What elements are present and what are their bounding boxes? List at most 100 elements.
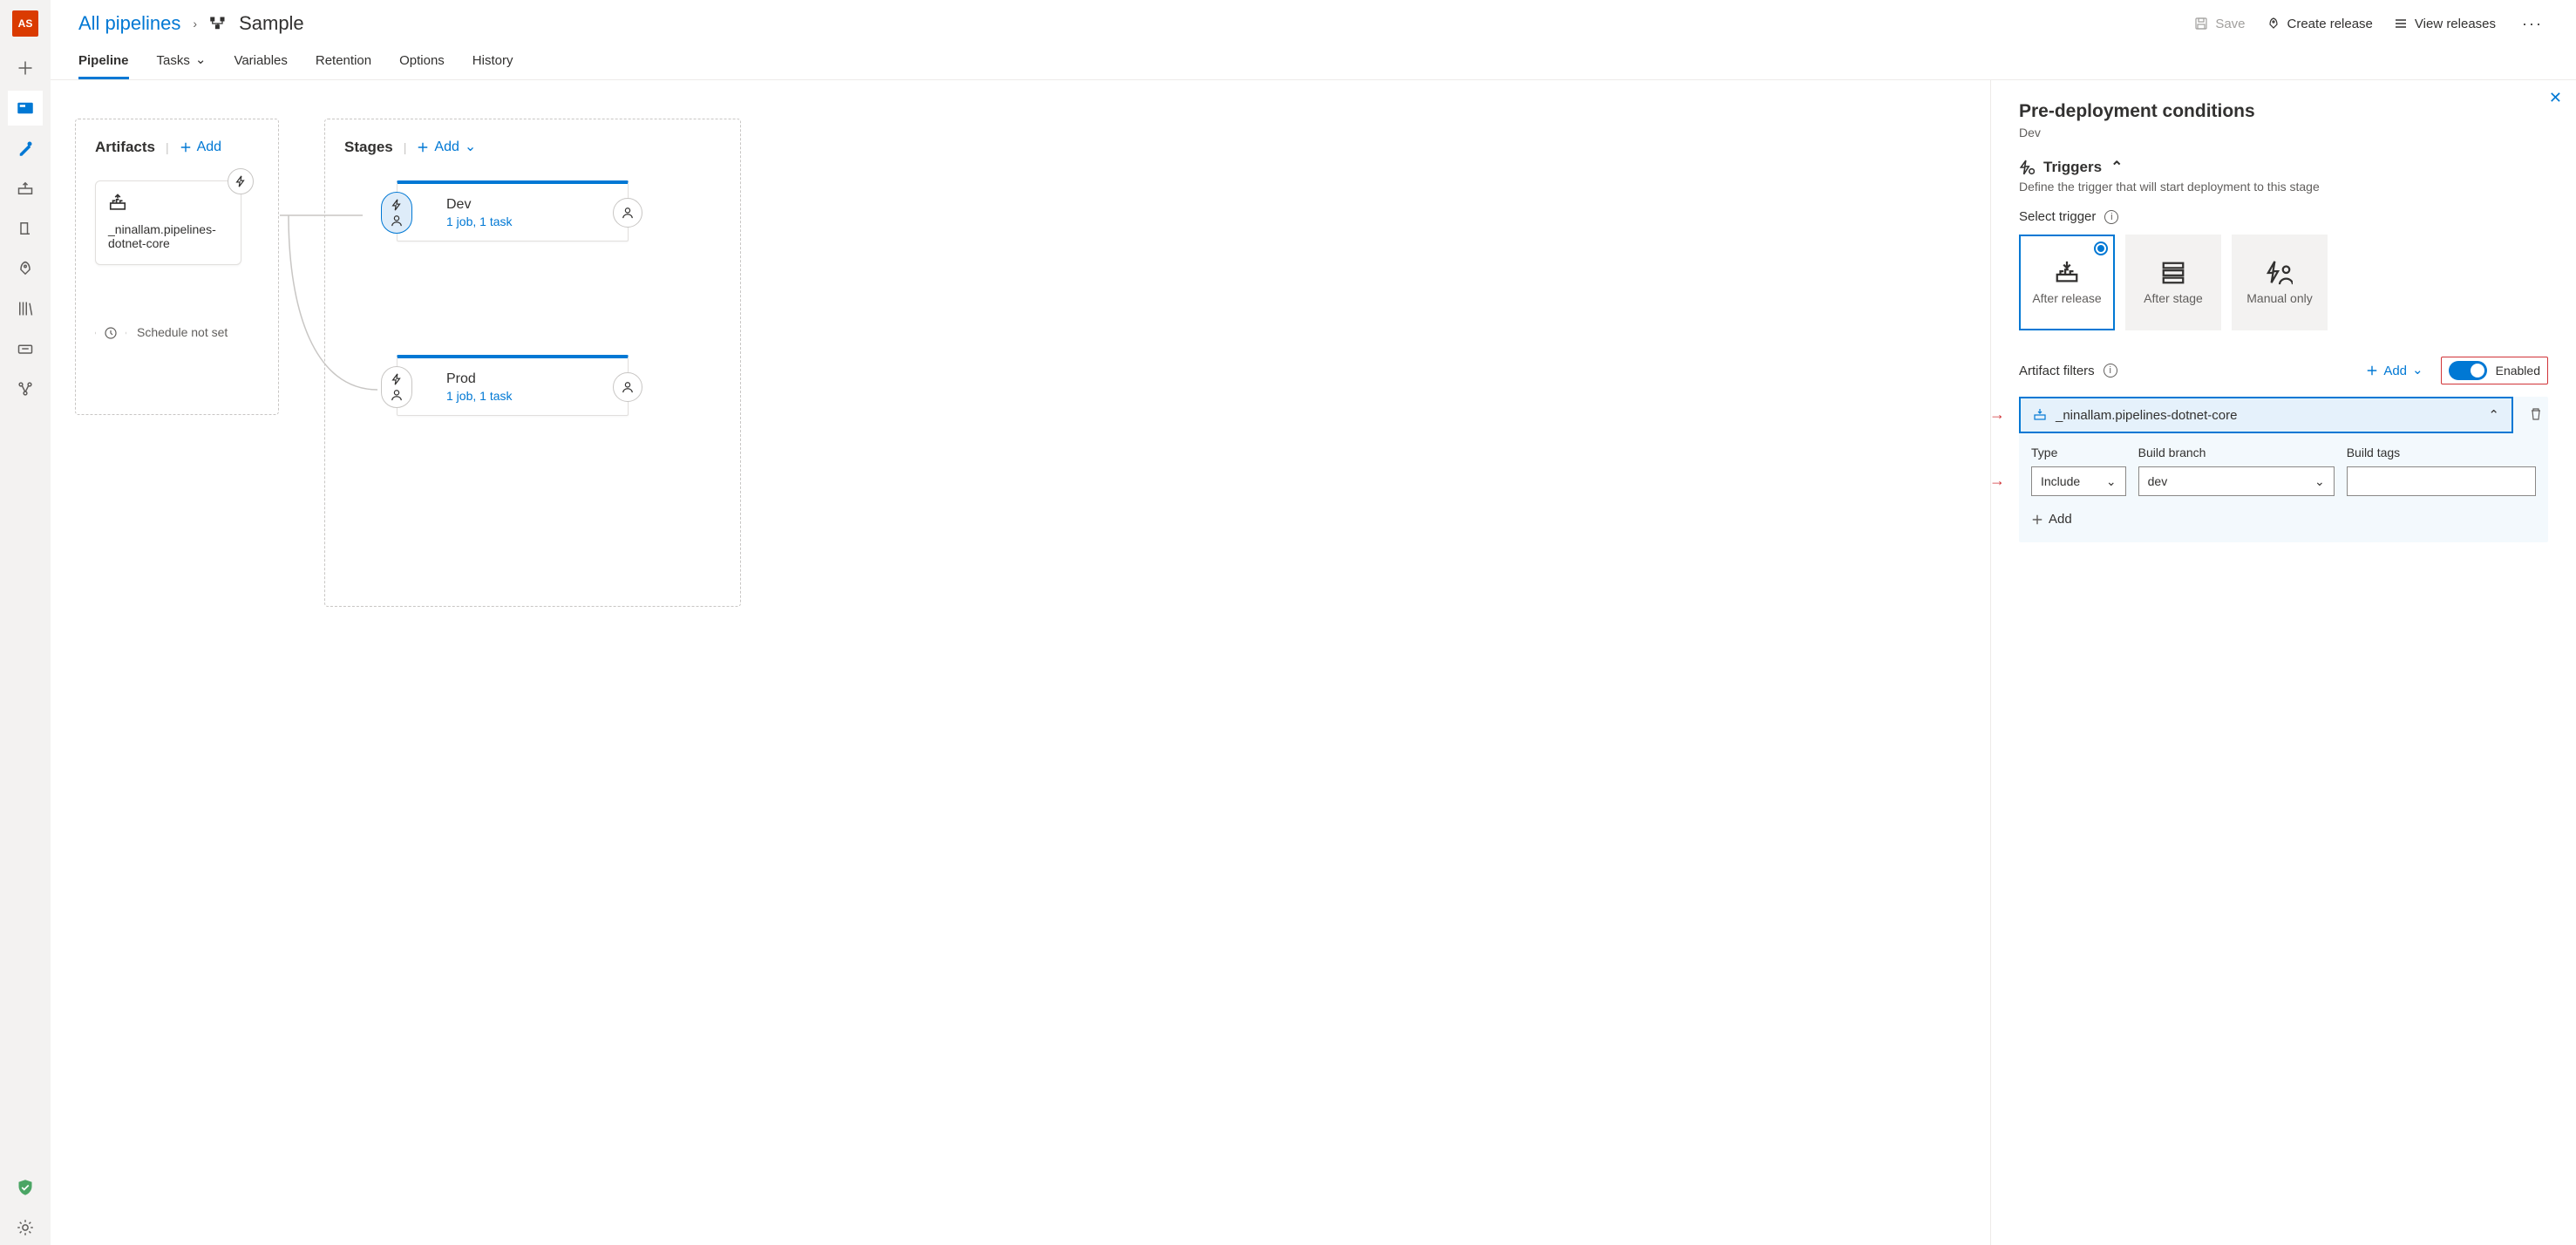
library-icon[interactable]	[8, 291, 43, 326]
stage-tasks-link[interactable]: 1 job, 1 task	[446, 214, 513, 228]
tab-options[interactable]: Options	[399, 42, 445, 79]
boards-icon[interactable]	[8, 91, 43, 126]
stage-tasks-link[interactable]: 1 job, 1 task	[446, 389, 513, 403]
trash-icon	[2529, 407, 2543, 421]
add-icon[interactable]	[8, 51, 43, 85]
chevron-up-icon: ⌃	[2110, 159, 2123, 176]
tab-bar: Pipeline Tasks⌄ Variables Retention Opti…	[51, 42, 2576, 80]
schedule-row[interactable]: Schedule not set	[95, 317, 259, 349]
post-deployment-badge[interactable]	[613, 372, 642, 402]
list-icon	[2394, 17, 2408, 31]
annotation-arrow-icon: →	[1990, 405, 2005, 424]
panel-stage-name: Dev	[2019, 126, 2548, 139]
environments-icon[interactable]	[8, 171, 43, 206]
chevron-down-icon: ⌄	[2314, 474, 2325, 489]
filter-source-expander[interactable]: _ninallam.pipelines-dotnet-core ⌃	[2019, 397, 2513, 433]
trigger-after-release[interactable]: After release	[2019, 235, 2115, 330]
type-label: Type	[2031, 446, 2126, 459]
trigger-after-stage[interactable]: After stage	[2125, 235, 2221, 330]
chevron-down-icon: ⌄	[195, 51, 207, 67]
artifact-card[interactable]: _ninallam.pipelines-dotnet-core	[95, 180, 241, 265]
chevron-down-icon: ⌄	[465, 138, 476, 155]
branch-select[interactable]: dev ⌄	[2138, 466, 2335, 496]
user-avatar[interactable]: AS	[12, 10, 38, 37]
pipeline-canvas: Artifacts | Add _nin	[51, 80, 1990, 1245]
stage-name: Dev	[446, 197, 513, 213]
build-source-icon	[108, 194, 127, 213]
type-select[interactable]: Include ⌄	[2031, 466, 2126, 496]
pre-deployment-badge[interactable]	[381, 192, 412, 234]
breadcrumb-root[interactable]: All pipelines	[78, 12, 180, 35]
stage-name: Prod	[446, 371, 513, 387]
build-download-icon	[2054, 260, 2080, 286]
add-stage-button[interactable]: Add ⌄	[417, 139, 476, 156]
create-release-button[interactable]: Create release	[2267, 17, 2373, 31]
radio-selected-icon	[2094, 242, 2108, 255]
schedule-label: Schedule not set	[137, 325, 228, 341]
rocket-launch-icon	[2267, 17, 2280, 31]
tab-pipeline[interactable]: Pipeline	[78, 42, 129, 79]
delete-filter-button[interactable]	[2524, 407, 2548, 424]
left-nav: AS	[0, 0, 51, 1245]
page-header: All pipelines › Sample Save Create relea…	[51, 0, 2576, 42]
select-trigger-label: Select trigger	[2019, 209, 2096, 224]
view-releases-button[interactable]: View releases	[2394, 17, 2496, 31]
security-shield-icon[interactable]	[8, 1170, 43, 1205]
lightning-person-icon	[2267, 260, 2293, 286]
chevron-down-icon: ⌄	[2106, 474, 2117, 489]
rocket-icon[interactable]	[8, 251, 43, 286]
artifact-filter-block: _ninallam.pipelines-dotnet-core ⌃ →	[2019, 397, 2548, 542]
post-deployment-badge[interactable]	[613, 198, 642, 228]
tags-input[interactable]	[2347, 466, 2536, 496]
chevron-up-icon: ⌃	[2488, 407, 2499, 423]
save-button: Save	[2194, 17, 2245, 31]
chevron-down-icon: ⌄	[2412, 362, 2423, 378]
branch-label: Build branch	[2138, 446, 2335, 459]
pre-deployment-badge[interactable]	[381, 366, 412, 408]
settings-gear-icon[interactable]	[8, 1210, 43, 1245]
panel-title: Pre-deployment conditions	[2019, 101, 2548, 122]
more-actions-button[interactable]: ···	[2517, 15, 2548, 33]
add-filter-button[interactable]: Add ⌄	[2366, 363, 2423, 378]
tab-tasks[interactable]: Tasks⌄	[157, 42, 207, 79]
artifacts-title: Artifacts	[95, 139, 155, 156]
releases-nav-icon[interactable]	[8, 211, 43, 246]
person-icon	[391, 389, 403, 401]
pipeline-icon	[209, 15, 227, 32]
info-icon[interactable]: i	[2104, 210, 2118, 224]
tab-variables[interactable]: Variables	[234, 42, 287, 79]
pipelines-nav-icon[interactable]	[8, 131, 43, 166]
enabled-toggle-group: Enabled	[2441, 357, 2548, 384]
artifacts-panel: Artifacts | Add _nin	[75, 119, 279, 415]
add-filter-row-button[interactable]: Add	[2031, 512, 2536, 527]
trigger-manual-only[interactable]: Manual only	[2232, 235, 2328, 330]
deploymentgroups-icon[interactable]	[8, 371, 43, 406]
stage-card-prod[interactable]: Prod 1 job, 1 task	[397, 355, 629, 416]
stage-card-dev[interactable]: Dev 1 job, 1 task	[397, 180, 629, 242]
stages-panel: Stages | Add ⌄	[324, 119, 741, 607]
triggers-description: Define the trigger that will start deplo…	[2019, 180, 2548, 194]
triggers-section-header[interactable]: Triggers ⌃	[2019, 159, 2548, 176]
close-panel-button[interactable]: ✕	[2549, 89, 2562, 107]
enabled-toggle[interactable]	[2449, 361, 2487, 380]
stage-connector	[280, 189, 402, 451]
add-artifact-button[interactable]: Add	[180, 139, 221, 155]
pre-deployment-panel: ✕ Pre-deployment conditions Dev Triggers…	[1990, 80, 2576, 1245]
info-icon[interactable]: i	[2104, 364, 2117, 378]
stages-title: Stages	[344, 139, 393, 156]
breadcrumb: All pipelines › Sample	[78, 12, 304, 35]
person-icon	[622, 381, 634, 393]
person-icon	[622, 207, 634, 219]
lightning-icon	[391, 373, 403, 385]
lightning-icon	[391, 199, 403, 211]
enabled-label: Enabled	[2496, 364, 2540, 378]
breadcrumb-current: Sample	[239, 12, 304, 35]
tab-history[interactable]: History	[472, 42, 513, 79]
save-icon	[2194, 17, 2208, 31]
build-source-icon	[2033, 408, 2047, 422]
artifact-trigger-badge[interactable]	[228, 168, 254, 194]
lightning-icon	[234, 175, 247, 187]
taskgroups-icon[interactable]	[8, 331, 43, 366]
tags-label: Build tags	[2347, 446, 2536, 459]
tab-retention[interactable]: Retention	[316, 42, 371, 79]
